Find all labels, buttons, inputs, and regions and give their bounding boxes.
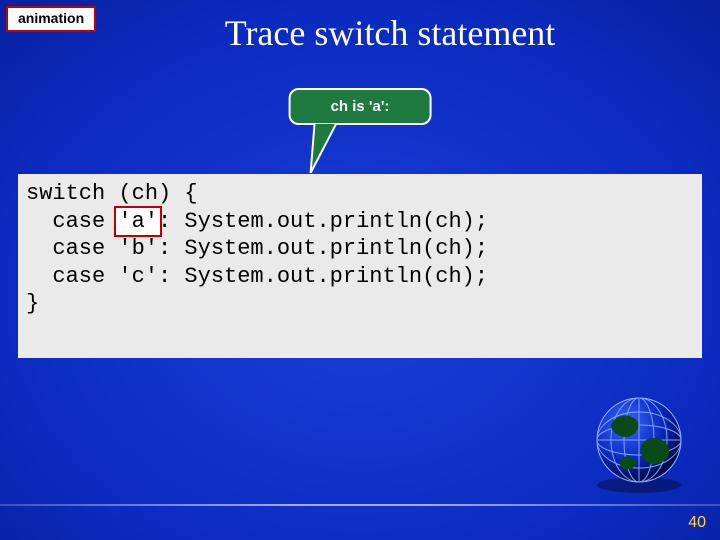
callout: ch is 'a': <box>289 88 432 125</box>
callout-tail <box>307 123 347 173</box>
code-line-1: switch (ch) { <box>26 181 198 206</box>
highlighted-case-a: 'a' <box>116 208 160 236</box>
code-line-5: } <box>26 291 39 316</box>
code-line-4: case 'c': System.out.println(ch); <box>26 264 488 289</box>
code-line-3: case 'b': System.out.println(ch); <box>26 236 488 261</box>
callout-text: ch is 'a': <box>289 88 432 125</box>
page-number: 40 <box>688 514 706 532</box>
slide-title: Trace switch statement <box>0 12 720 54</box>
globe-icon <box>584 385 694 500</box>
footer-divider <box>0 504 720 506</box>
code-block: switch (ch) { case 'a': System.out.print… <box>18 174 702 358</box>
code-line-2-prefix: case <box>26 209 118 234</box>
code-line-2-suffix: : System.out.println(ch); <box>158 209 488 234</box>
